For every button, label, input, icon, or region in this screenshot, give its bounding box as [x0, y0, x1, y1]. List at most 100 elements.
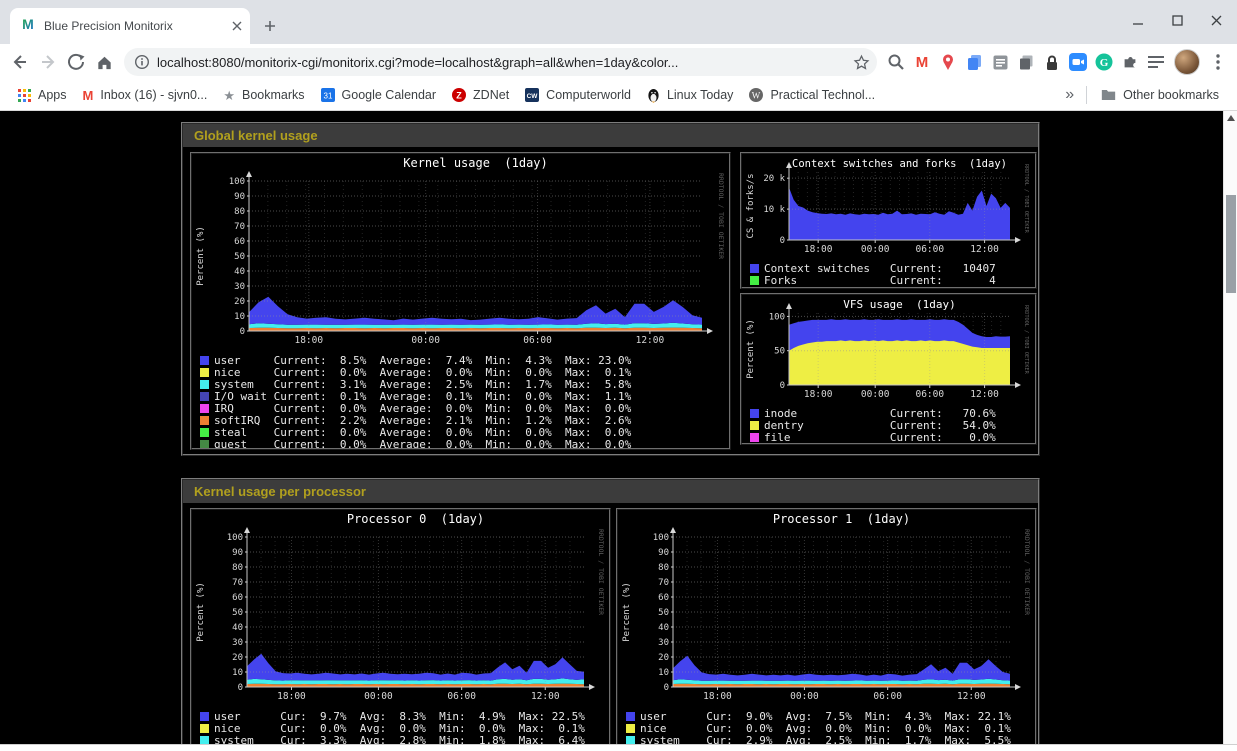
grammarly-ext-icon[interactable]: G — [1091, 49, 1117, 75]
apps-label: Apps — [38, 88, 67, 102]
profile-avatar[interactable] — [1174, 49, 1200, 75]
new-tab-button[interactable] — [256, 12, 284, 40]
svg-text:Percent (%): Percent (%) — [196, 582, 206, 642]
graph-vfs-usage[interactable]: 05010018:0000:0006:0012:00VFS usage (1da… — [740, 293, 1037, 445]
svg-text:30: 30 — [658, 638, 669, 648]
processor-1-chart: 010203040506070809010018:0000:0006:0012:… — [619, 511, 1035, 708]
lock-ext-icon[interactable] — [1039, 49, 1065, 75]
svg-text:12:00: 12:00 — [531, 691, 560, 702]
gmail-icon: M — [83, 88, 94, 103]
svg-text:06:00: 06:00 — [915, 244, 944, 255]
reload-icon[interactable] — [62, 48, 90, 76]
legend-row: user Current: 8.5% Average: 7.4% Min: 4.… — [200, 354, 729, 366]
legend-swatch — [200, 440, 209, 449]
url-text[interactable]: localhost:8080/monitorix-cgi/monitorix.c… — [157, 55, 842, 70]
graph-processor-1[interactable]: 010203040506070809010018:0000:0006:0012:… — [616, 508, 1037, 751]
forward-icon[interactable] — [34, 48, 62, 76]
bookmark-bookmarks[interactable]: ★ Bookmarks — [215, 83, 312, 107]
svg-text:20: 20 — [658, 653, 669, 663]
graph-processor-0[interactable]: 010203040506070809010018:0000:0006:0012:… — [190, 508, 611, 751]
svg-text:18:00: 18:00 — [804, 244, 833, 255]
location-pin-ext-icon[interactable] — [935, 49, 961, 75]
svg-text:Percent (%): Percent (%) — [196, 226, 206, 286]
graph-kernel-usage[interactable]: 010203040506070809010018:0000:0006:0012:… — [190, 152, 731, 450]
computerworld-icon: CW — [525, 88, 539, 102]
svg-text:RRDTOOL / TOBI OETIKER: RRDTOOL / TOBI OETIKER — [1023, 305, 1029, 375]
search-ext-icon[interactable] — [883, 49, 909, 75]
browser-menu-icon[interactable] — [1205, 49, 1231, 75]
reading-list-ext-icon[interactable] — [1143, 49, 1169, 75]
svg-text:20: 20 — [234, 297, 245, 307]
tab-close-icon[interactable] — [232, 21, 242, 31]
svg-text:90: 90 — [234, 192, 245, 202]
gmail-ext-icon[interactable]: M — [909, 49, 935, 75]
bookmarks-overflow-icon[interactable]: » — [1059, 86, 1080, 104]
svg-text:40: 40 — [232, 623, 243, 633]
svg-text:Percent (%): Percent (%) — [622, 582, 632, 642]
url-bar[interactable]: localhost:8080/monitorix-cgi/monitorix.c… — [124, 48, 877, 76]
graph-context-switches[interactable]: 010 k20 k18:0000:0006:0012:00Context swi… — [740, 152, 1037, 289]
svg-text:CS & forks/s: CS & forks/s — [746, 173, 756, 238]
svg-text:12:00: 12:00 — [970, 244, 999, 255]
svg-text:10 k: 10 k — [763, 205, 785, 215]
home-icon[interactable] — [90, 48, 118, 76]
back-icon[interactable] — [6, 48, 34, 76]
vfs-usage-legend: inode Current: 70.6%dentry Current: 54.0… — [742, 405, 1035, 443]
maximize-icon[interactable] — [1171, 14, 1184, 27]
svg-text:18:00: 18:00 — [703, 691, 732, 702]
close-window-icon[interactable] — [1210, 14, 1223, 27]
bookmark-inbox[interactable]: M Inbox (16) - sjvn0... — [75, 83, 216, 107]
page-scrollbar[interactable] — [1223, 111, 1237, 751]
svg-text:00:00: 00:00 — [861, 389, 890, 400]
vfs-usage-chart: 05010018:0000:0006:0012:00VFS usage (1da… — [743, 296, 1035, 405]
bookmark-computerworld[interactable]: CW Computerworld — [517, 83, 639, 107]
zoom-camera-ext-icon[interactable] — [1065, 49, 1091, 75]
svg-text:70: 70 — [232, 578, 243, 588]
bookmarks-bar: Apps M Inbox (16) - sjvn0... ★ Bookmarks… — [0, 80, 1237, 111]
scrollbar-thumb[interactable] — [1226, 195, 1236, 293]
legend-row: nice Current: 0.0% Average: 0.0% Min: 0.… — [200, 366, 729, 378]
legend-swatch — [626, 724, 635, 733]
other-bookmarks[interactable]: Other bookmarks — [1093, 83, 1227, 107]
svg-text:80: 80 — [658, 563, 669, 573]
svg-text:Context switches and forks (1: Context switches and forks (1day) — [792, 158, 1007, 170]
bookmark-practical-technology[interactable]: W Practical Technol... — [741, 83, 883, 107]
legend-swatch — [750, 264, 759, 273]
svg-text:Kernel usage (1day): Kernel usage (1day) — [403, 156, 548, 170]
svg-text:12:00: 12:00 — [957, 691, 986, 702]
legend-swatch — [626, 712, 635, 721]
star-icon: ★ — [223, 89, 235, 102]
section-kernel-usage-per-processor: Kernel usage per processor 0102030405060… — [181, 478, 1040, 751]
extensions-puzzle-icon[interactable] — [1117, 49, 1143, 75]
copy-pages-ext-icon[interactable] — [961, 49, 987, 75]
bookmark-google-calendar[interactable]: 31 Google Calendar — [313, 83, 445, 107]
svg-text:60: 60 — [234, 237, 245, 247]
svg-text:70: 70 — [234, 222, 245, 232]
apps-shortcut[interactable]: Apps — [10, 83, 75, 107]
bookmark-zdnet[interactable]: Z ZDNet — [444, 83, 517, 107]
kernel-usage-chart: 010203040506070809010018:0000:0006:0012:… — [193, 155, 729, 352]
svg-text:90: 90 — [658, 548, 669, 558]
svg-text:RRDTOOL / TOBI OETIKER: RRDTOOL / TOBI OETIKER — [717, 173, 725, 259]
svg-text:06:00: 06:00 — [447, 691, 476, 702]
kernel-usage-legend: user Current: 8.5% Average: 7.4% Min: 4.… — [192, 352, 729, 450]
svg-text:50: 50 — [658, 608, 669, 618]
svg-text:18:00: 18:00 — [294, 335, 323, 346]
svg-text:W: W — [752, 91, 761, 101]
page-info-icon[interactable] — [134, 54, 150, 70]
collections-ext-icon[interactable] — [1013, 49, 1039, 75]
legend-row: user Cur: 9.7% Avg: 8.3% Min: 4.9% Max: … — [200, 710, 609, 722]
scrollbar-up-arrow[interactable] — [1227, 115, 1235, 121]
svg-text:40: 40 — [658, 623, 669, 633]
minimize-icon[interactable] — [1132, 14, 1145, 27]
legend-swatch — [200, 712, 209, 721]
reader-ext-icon[interactable] — [987, 49, 1013, 75]
svg-text:0: 0 — [240, 327, 245, 337]
legend-row: file Current: 0.0% — [750, 431, 1035, 443]
browser-tab[interactable]: M Blue Precision Monitorix — [10, 8, 250, 44]
titlebar: M Blue Precision Monitorix — [0, 0, 1237, 44]
folder-icon — [1101, 89, 1116, 101]
bookmark-linux-today[interactable]: Linux Today — [639, 83, 742, 107]
svg-text:20 k: 20 k — [763, 174, 785, 184]
bookmark-star-icon[interactable] — [849, 50, 873, 74]
